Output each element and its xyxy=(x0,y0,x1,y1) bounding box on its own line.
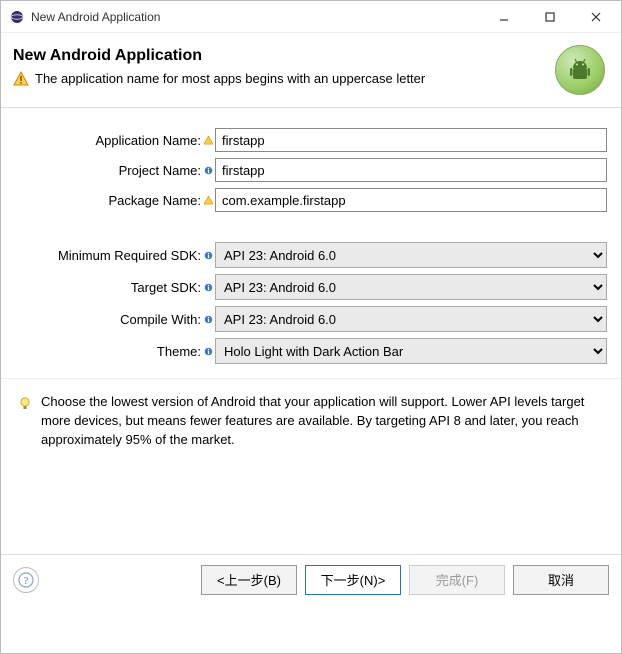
window-titlebar: New Android Application xyxy=(1,1,621,33)
info-decor-icon xyxy=(203,344,213,358)
info-decor-icon xyxy=(203,280,213,294)
theme-select[interactable]: Holo Light with Dark Action Bar xyxy=(215,338,607,364)
wizard-header: New Android Application The application … xyxy=(1,33,621,108)
form-area: Application Name: Project Name: Package … xyxy=(1,108,621,379)
hint-area: Choose the lowest version of Android tha… xyxy=(1,379,621,460)
label-min-sdk: Minimum Required SDK: xyxy=(15,248,203,263)
android-icon xyxy=(555,45,605,95)
application-name-input[interactable] xyxy=(215,128,607,152)
page-title: New Android Application xyxy=(13,47,545,65)
label-package-name: Package Name: xyxy=(15,193,203,208)
eclipse-icon xyxy=(9,9,25,25)
info-decor-icon xyxy=(203,312,213,326)
lightbulb-icon xyxy=(17,395,33,411)
label-theme: Theme: xyxy=(15,344,203,359)
finish-button: 完成(F) xyxy=(409,565,505,595)
header-warning-text: The application name for most apps begin… xyxy=(35,71,425,86)
minimize-button[interactable] xyxy=(481,2,527,32)
warning-decor-icon xyxy=(203,193,213,207)
label-compile-with: Compile With: xyxy=(15,312,203,327)
back-button[interactable]: <上一步(B) xyxy=(201,565,297,595)
min-sdk-select[interactable]: API 23: Android 6.0 xyxy=(215,242,607,268)
info-decor-icon xyxy=(203,248,213,262)
warning-icon xyxy=(13,71,29,87)
next-button[interactable]: 下一步(N)> xyxy=(305,565,401,595)
package-name-input[interactable] xyxy=(215,188,607,212)
project-name-input[interactable] xyxy=(215,158,607,182)
info-decor-icon xyxy=(203,163,213,177)
button-bar: ? <上一步(B) 下一步(N)> 完成(F) 取消 xyxy=(1,555,621,607)
hint-text: Choose the lowest version of Android tha… xyxy=(41,393,605,450)
svg-text:?: ? xyxy=(24,576,29,587)
cancel-button[interactable]: 取消 xyxy=(513,565,609,595)
close-button[interactable] xyxy=(573,2,619,32)
label-application-name: Application Name: xyxy=(15,133,203,148)
target-sdk-select[interactable]: API 23: Android 6.0 xyxy=(215,274,607,300)
window-title: New Android Application xyxy=(31,10,481,24)
warning-decor-icon xyxy=(203,133,213,147)
help-button[interactable]: ? xyxy=(13,567,39,593)
compile-with-select[interactable]: API 23: Android 6.0 xyxy=(215,306,607,332)
maximize-button[interactable] xyxy=(527,2,573,32)
label-target-sdk: Target SDK: xyxy=(15,280,203,295)
label-project-name: Project Name: xyxy=(15,163,203,178)
